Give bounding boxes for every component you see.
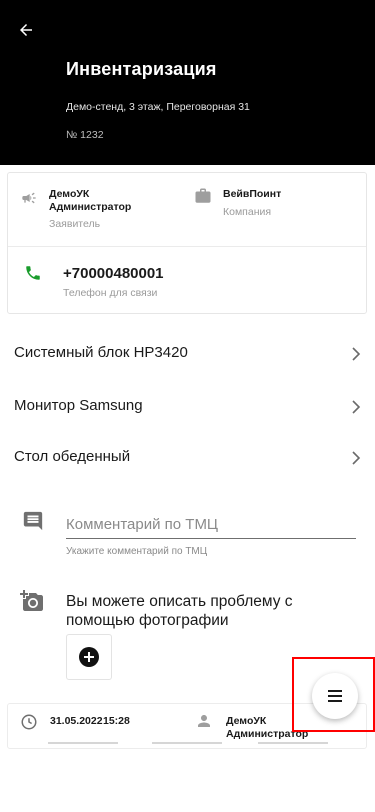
company-caption: Компания [223,206,272,218]
add-photo-icon[interactable] [20,589,44,613]
contact-phone-caption: Телефон для связи [63,287,158,299]
page-title: Инвентаризация [66,59,217,79]
contact-phone[interactable]: +70000480001 [63,265,164,282]
menu-fab-button[interactable] [312,673,358,719]
comment-icon [23,511,43,531]
list-item-system-unit[interactable]: Системный блок HP3420 [0,332,375,376]
list-item-dining-table[interactable]: Стол обеденный [0,436,375,480]
history-user: ДемоУК Администратор [226,715,308,741]
chevron-right-icon [352,451,361,465]
plus-circle [79,647,99,667]
list-item-monitor[interactable]: Монитор Samsung [0,385,375,429]
clock-icon [21,714,37,730]
history-date: 31.05.2022 [50,715,103,727]
history-user-role: Администратор [226,728,309,740]
briefcase-icon [195,188,211,203]
phone-icon [26,266,40,280]
back-button[interactable] [12,16,40,44]
menu-icon [328,690,342,702]
chevron-right-icon [352,347,361,361]
applicant-role: Администратор [49,201,132,213]
header: Инвентаризация Демо-стенд, 3 этаж, Перег… [0,0,375,165]
divider [258,742,328,744]
history-user-name: ДемоУК [226,715,267,727]
applicant-name: ДемоУК [49,188,90,200]
location-address: Демо-стенд, 3 этаж, Переговорная 31 [66,101,250,113]
plus-icon [84,652,94,662]
chevron-right-icon [352,400,361,414]
comment-input[interactable] [66,510,356,539]
divider [48,742,118,744]
person-icon [198,715,210,727]
divider [152,742,222,744]
arrow-left-icon [20,24,32,36]
add-photo-button[interactable] [66,634,112,680]
list-item-label: Стол обеденный [14,448,131,465]
photo-description: Вы можете описать проблему с помощью фот… [66,593,293,629]
request-number: № 1232 [66,129,104,141]
list-item-label: Монитор Samsung [14,397,143,414]
history-time: 15:28 [103,715,130,727]
request-info-card: ДемоУК Администратор Заявитель ВейвПоинт… [7,172,367,314]
list-item-label: Системный блок HP3420 [14,344,188,361]
megaphone-icon [22,192,36,204]
comment-hint: Укажите комментарий по ТМЦ [66,546,208,557]
card-divider [8,246,366,247]
applicant-caption: Заявитель [49,218,101,230]
company-name: ВейвПоинт [223,188,282,200]
